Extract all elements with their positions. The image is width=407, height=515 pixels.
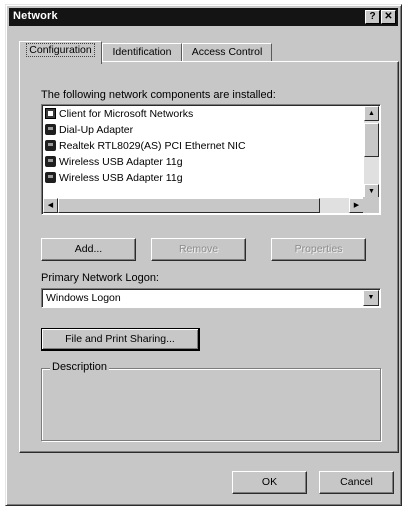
- tab-access-control-label: Access Control: [191, 46, 263, 58]
- properties-button[interactable]: Properties: [271, 238, 366, 261]
- tab-identification-label: Identification: [112, 46, 172, 58]
- network-dialog: Network ? ✕ Configuration Identification…: [5, 4, 402, 506]
- primary-logon-label: Primary Network Logon:: [41, 272, 159, 284]
- close-button[interactable]: ✕: [381, 10, 396, 24]
- list-item[interactable]: Client for Microsoft Networks: [45, 106, 193, 122]
- list-item[interactable]: Wireless USB Adapter 11g: [45, 170, 183, 186]
- list-item[interactable]: Realtek RTL8029(AS) PCI Ethernet NIC: [45, 138, 246, 154]
- title-bar: Network ? ✕: [9, 8, 398, 26]
- cancel-button[interactable]: Cancel: [319, 471, 394, 494]
- network-adapter-icon: [45, 140, 56, 151]
- window-title: Network: [13, 10, 58, 22]
- primary-logon-select[interactable]: Windows Logon ▼: [41, 288, 381, 308]
- horizontal-scroll-thumb[interactable]: [58, 198, 320, 213]
- components-list[interactable]: Client for Microsoft Networks Dial-Up Ad…: [41, 104, 381, 215]
- network-adapter-icon: [45, 172, 56, 183]
- tab-identification[interactable]: Identification: [102, 43, 182, 62]
- scroll-up-arrow-icon[interactable]: ▲: [364, 106, 379, 121]
- vertical-scroll-thumb[interactable]: [364, 123, 379, 157]
- components-label: The following network components are ins…: [41, 89, 276, 101]
- list-item-label: Wireless USB Adapter 11g: [59, 156, 183, 168]
- ok-button[interactable]: OK: [232, 471, 307, 494]
- network-adapter-icon: [45, 124, 56, 135]
- scroll-left-arrow-icon[interactable]: ◀: [43, 198, 58, 213]
- tab-configuration-label: Configuration: [26, 43, 95, 57]
- list-item-label: Client for Microsoft Networks: [59, 108, 194, 120]
- horizontal-scrollbar[interactable]: ◀ ▶: [43, 198, 364, 213]
- description-group: Description: [41, 361, 381, 441]
- vertical-scrollbar[interactable]: ▲ ▼: [364, 106, 379, 199]
- dropdown-arrow-icon[interactable]: ▼: [363, 290, 379, 306]
- list-item-label: Realtek RTL8029(AS) PCI Ethernet NIC: [59, 140, 246, 152]
- file-print-sharing-button[interactable]: File and Print Sharing...: [41, 328, 200, 351]
- add-button[interactable]: Add...: [41, 238, 136, 261]
- help-button[interactable]: ?: [365, 10, 380, 24]
- configuration-panel: The following network components are ins…: [19, 61, 399, 453]
- list-item-label: Dial-Up Adapter: [59, 124, 134, 136]
- scroll-corner: [363, 197, 379, 213]
- client-icon: [45, 108, 56, 119]
- list-item[interactable]: Dial-Up Adapter: [45, 122, 133, 138]
- tab-configuration[interactable]: Configuration: [19, 41, 102, 64]
- scroll-right-arrow-icon[interactable]: ▶: [349, 198, 364, 213]
- primary-logon-value: Windows Logon: [46, 292, 121, 304]
- list-item[interactable]: Wireless USB Adapter 11g: [45, 154, 183, 170]
- network-adapter-icon: [45, 156, 56, 167]
- remove-button[interactable]: Remove: [151, 238, 246, 261]
- tab-access-control[interactable]: Access Control: [182, 43, 272, 62]
- list-item-label: Wireless USB Adapter 11g: [59, 172, 183, 184]
- description-label: Description: [50, 361, 110, 373]
